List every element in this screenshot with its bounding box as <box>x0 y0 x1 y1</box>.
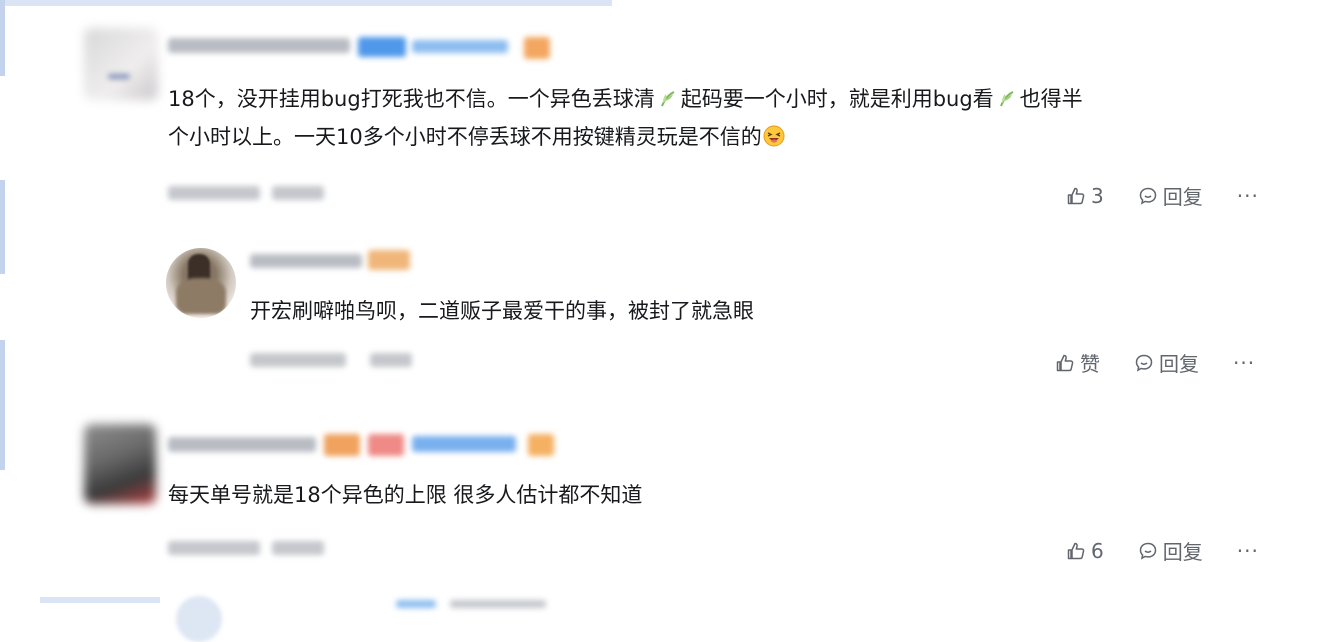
previous-comment-edge <box>0 0 612 6</box>
more-dots-icon: ··· <box>1236 538 1259 563</box>
ip-location <box>272 186 324 200</box>
next-comment-username <box>450 600 546 608</box>
like-count: 6 <box>1091 538 1104 563</box>
user-badge <box>368 434 404 456</box>
level-badge <box>528 434 554 456</box>
reply-button[interactable]: 回复 <box>1134 348 1199 377</box>
more-options-button[interactable]: ··· <box>1237 184 1259 208</box>
username[interactable] <box>168 38 350 53</box>
thumbs-up-icon <box>1056 354 1074 371</box>
reply-label: 回复 <box>1162 185 1203 209</box>
timestamp <box>168 186 260 200</box>
comment-actions: 6 回复 ··· <box>1066 536 1259 565</box>
laughing-face-emoji-icon <box>763 125 785 147</box>
comment-text: 每天单号就是18个异色的上限 很多人估计都不知道 <box>168 483 643 507</box>
next-comment-badge <box>396 600 436 608</box>
reply-level-badge <box>368 250 410 270</box>
leaf-emoji-icon <box>660 91 675 107</box>
reply-label: 回复 <box>1162 540 1203 564</box>
like-button[interactable]: 6 <box>1066 539 1104 563</box>
reply-timestamp <box>250 353 346 367</box>
fan-medal <box>412 40 508 53</box>
leaf-emoji-icon <box>999 91 1014 107</box>
comment-actions: 3 回复 ··· <box>1066 181 1259 210</box>
left-edge-bar <box>0 340 5 470</box>
like-button[interactable]: 赞 <box>1055 348 1100 377</box>
reply-button[interactable]: 回复 <box>1138 536 1203 565</box>
fan-medal <box>412 436 516 452</box>
username[interactable] <box>168 437 316 452</box>
reply-bubble-icon <box>1139 542 1156 560</box>
reply-text: 开宏刷噼啪鸟呗，二道贩子最爱干的事，被封了就急眼 <box>250 299 754 323</box>
user-badge <box>358 37 406 57</box>
timestamp <box>168 541 260 555</box>
next-comment-edge <box>40 597 160 603</box>
thumbs-up-icon <box>1067 542 1085 559</box>
avatar[interactable] <box>84 424 156 504</box>
reply-username[interactable] <box>250 254 362 268</box>
left-edge-bar <box>0 180 5 274</box>
left-edge-bar <box>0 0 5 76</box>
more-dots-icon: ··· <box>1233 350 1256 375</box>
user-badge <box>324 434 360 456</box>
reply-button[interactable]: 回复 <box>1138 181 1203 210</box>
like-count: 3 <box>1091 183 1104 208</box>
avatar[interactable] <box>84 28 158 100</box>
reply-bubble-icon <box>1139 187 1156 205</box>
comment-text: 18个，没开挂用bug打死我也不信。一个异色丢球清 起码要一个小时，就是利用bug… <box>168 87 1083 149</box>
reply-avatar[interactable] <box>166 248 236 318</box>
reply-bubble-icon <box>1135 354 1153 372</box>
reply-actions: 赞 回复 ··· <box>1055 348 1255 377</box>
level-badge <box>524 37 550 59</box>
more-options-button[interactable]: ··· <box>1233 351 1255 375</box>
more-options-button[interactable]: ··· <box>1237 539 1259 563</box>
more-dots-icon: ··· <box>1236 183 1259 208</box>
like-label: 赞 <box>1080 352 1100 376</box>
avatar-decoration <box>108 74 130 79</box>
like-button[interactable]: 3 <box>1066 184 1104 208</box>
thumbs-up-icon <box>1067 187 1085 204</box>
ip-location <box>272 541 324 555</box>
reply-label: 回复 <box>1159 352 1199 376</box>
reply-ip-location <box>370 353 412 367</box>
